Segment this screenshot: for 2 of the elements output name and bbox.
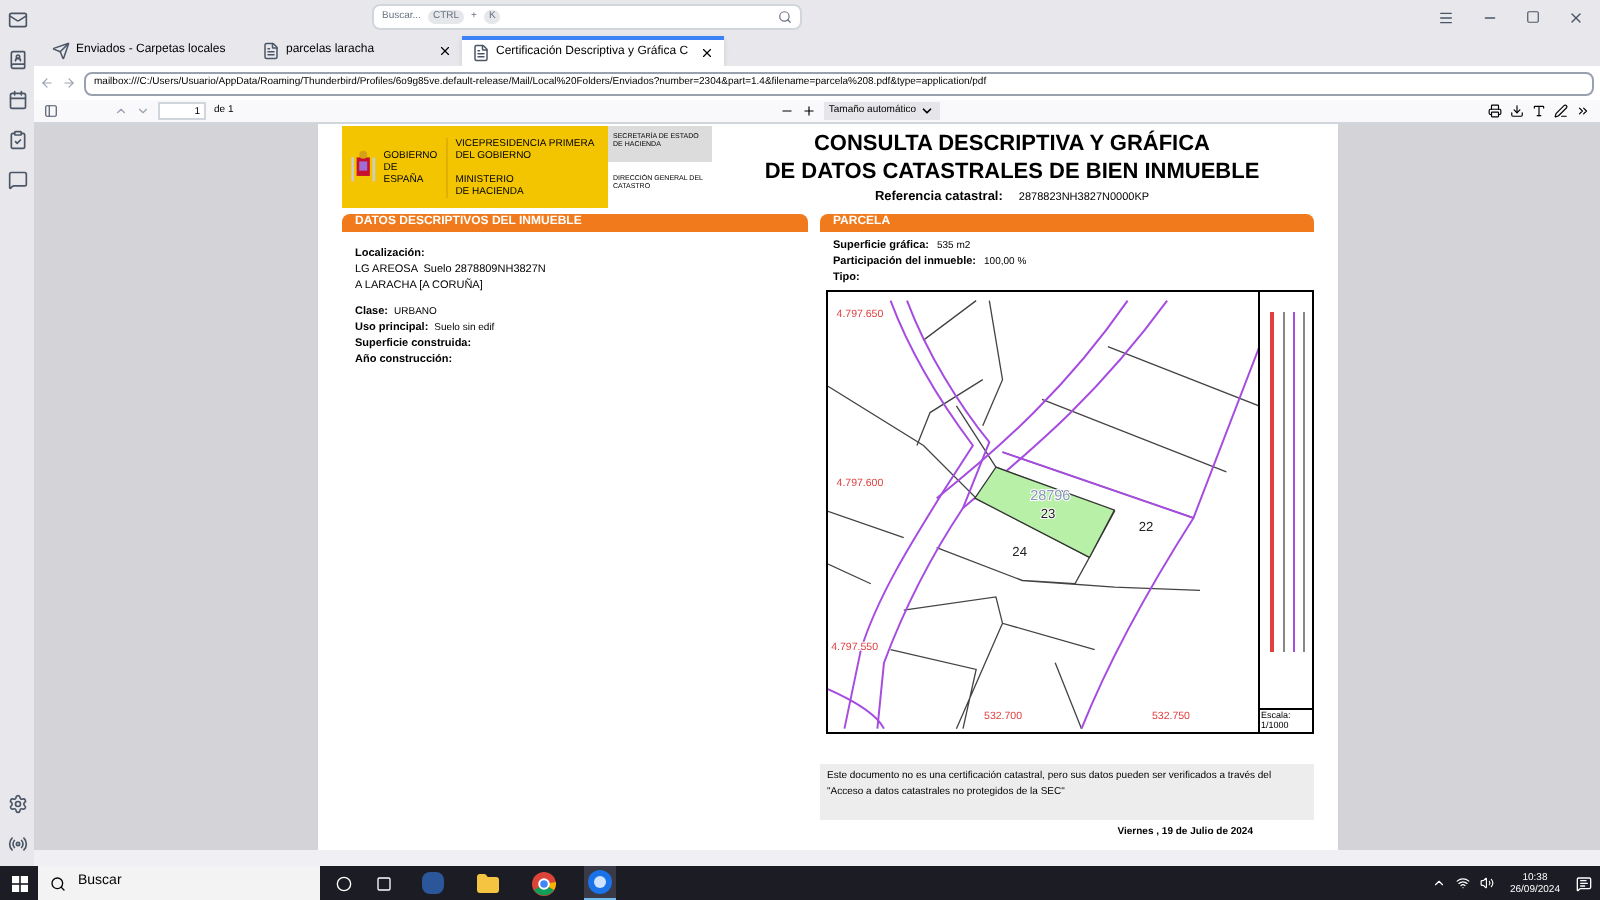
document-title: CONSULTA DESCRIPTIVA Y GRÁFICA: [813, 130, 1210, 158]
document-title: DE DATOS CATASTRALES DE BIEN INMUEBLE: [764, 158, 1260, 186]
